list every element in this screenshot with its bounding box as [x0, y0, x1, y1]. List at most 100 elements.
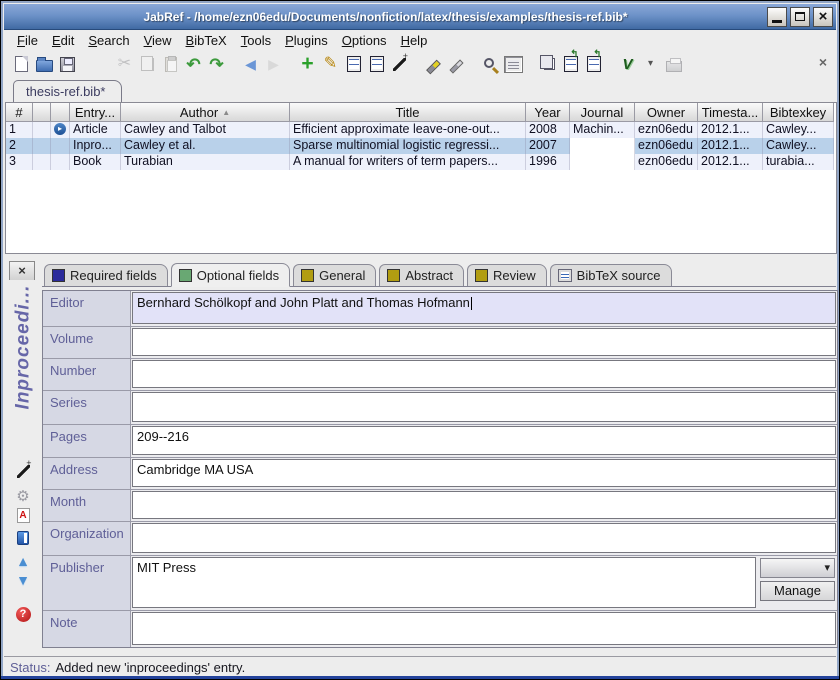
cell-entrytype: Book	[70, 154, 121, 170]
column-header-Entry...[interactable]: Entry...	[70, 103, 121, 122]
edit-preamble-icon[interactable]	[343, 54, 364, 75]
menu-item-help[interactable]: Help	[394, 32, 435, 49]
editor-close-button[interactable]: ×	[9, 261, 35, 280]
maximize-button[interactable]	[790, 7, 810, 27]
toggle-preview-icon[interactable]	[503, 54, 524, 75]
new-database-icon[interactable]	[11, 54, 32, 75]
cell-number: 1	[6, 122, 33, 138]
menu-item-plugins[interactable]: Plugins	[278, 32, 335, 49]
column-header-Year[interactable]: Year	[526, 103, 570, 122]
redo-icon[interactable]: ↷	[206, 54, 227, 75]
column-header-Title[interactable]: Title	[290, 103, 526, 122]
cell-ranking	[33, 138, 51, 154]
forward-icon[interactable]: ▶	[263, 54, 284, 75]
back-icon[interactable]: ◀	[240, 54, 261, 75]
open-database-icon[interactable]	[34, 54, 55, 75]
manage-button[interactable]: Manage	[760, 581, 835, 601]
table-row[interactable]: 1▸ArticleCawley and TalbotEfficient appr…	[6, 122, 836, 138]
unmark-entries-icon[interactable]	[446, 54, 467, 75]
tab-general[interactable]: General	[293, 264, 376, 286]
field-input-number[interactable]	[132, 360, 836, 388]
push-to-lyx-icon[interactable]: V	[617, 54, 638, 75]
publisher-dropdown[interactable]	[760, 558, 835, 578]
edit-entry-icon[interactable]: ✎	[320, 54, 341, 75]
field-input-pages[interactable]: 209--216	[132, 426, 836, 455]
tab-abstract[interactable]: Abstract	[379, 264, 464, 286]
help-icon[interactable]: ?	[4, 607, 42, 622]
field-label-month: Month	[43, 490, 131, 521]
window-controls: ×	[767, 7, 836, 27]
field-cell-volume	[131, 327, 837, 358]
paste-icon[interactable]	[160, 54, 181, 75]
column-header-Owner[interactable]: Owner	[635, 103, 698, 122]
pdf-file-icon[interactable]: A	[4, 508, 42, 523]
cell-year: 2007	[526, 138, 570, 154]
copy-citation-icon[interactable]	[537, 54, 558, 75]
tab-required-fields[interactable]: Required fields	[44, 264, 168, 286]
push-dropdown-icon[interactable]: ▾	[640, 54, 661, 75]
column-header-Bibtexkey[interactable]: Bibtexkey	[763, 103, 834, 122]
field-input-publisher[interactable]: MIT Press	[132, 557, 756, 608]
field-input-address[interactable]: Cambridge MA USA	[132, 459, 836, 487]
close-panel-icon[interactable]: ×	[819, 55, 827, 69]
column-header-icon-1[interactable]	[33, 103, 51, 122]
column-header-icon-2[interactable]	[51, 103, 70, 122]
menu-item-search[interactable]: Search	[81, 32, 136, 49]
cell-bibtexkey: turabia...	[763, 154, 834, 170]
menu-item-options[interactable]: Options	[335, 32, 394, 49]
tab-review[interactable]: Review	[467, 264, 547, 286]
new-entry-icon[interactable]: +	[297, 54, 318, 75]
table-row[interactable]: 2Inpro...Cawley et al.Sparse multinomial…	[6, 138, 836, 154]
column-header-Timesta...[interactable]: Timesta...	[698, 103, 763, 122]
field-input-series[interactable]	[132, 392, 836, 422]
field-input-month[interactable]	[132, 491, 836, 519]
print-entry-preview-icon[interactable]	[663, 54, 684, 75]
file-link-icon[interactable]: ▸	[54, 123, 66, 135]
plus-glyph: +	[301, 53, 313, 74]
field-cell-month	[131, 490, 837, 521]
cell-author: Cawley and Talbot	[121, 122, 290, 138]
menu-item-tools[interactable]: Tools	[234, 32, 278, 49]
move-up-icon: ▲	[16, 553, 30, 569]
menu-item-edit[interactable]: Edit	[45, 32, 81, 49]
column-header-#[interactable]: #	[6, 103, 33, 122]
save-database-as-icon[interactable]	[80, 54, 101, 75]
open-url-icon[interactable]	[583, 54, 604, 75]
edit-strings-icon[interactable]	[366, 54, 387, 75]
move-down-icon[interactable]: ▼	[4, 572, 42, 588]
autoset-gear-icon[interactable]: ⚙	[4, 487, 42, 505]
open-note-icon[interactable]	[4, 531, 42, 545]
cell-journal	[570, 154, 635, 170]
column-header-Journal[interactable]: Journal	[570, 103, 635, 122]
field-input-note[interactable]	[132, 612, 836, 645]
open-file-icon[interactable]	[560, 54, 581, 75]
menu-bar: FileEditSearchViewBibTeXToolsPluginsOpti…	[4, 31, 836, 50]
generate-bibtex-keys-icon[interactable]	[389, 54, 410, 75]
field-row-series: Series	[43, 391, 837, 425]
table-row[interactable]: 3BookTurabianA manual for writers of ter…	[6, 154, 836, 170]
field-input-volume[interactable]	[132, 328, 836, 356]
file-tab[interactable]: thesis-ref.bib*	[13, 80, 122, 102]
mark-entries-icon[interactable]	[423, 54, 444, 75]
save-database-icon[interactable]	[57, 54, 78, 75]
menu-item-bibtex[interactable]: BibTeX	[179, 32, 234, 49]
bibtex-source-icon	[558, 269, 572, 282]
menu-item-file[interactable]: File	[10, 32, 45, 49]
field-cell-note	[131, 611, 837, 647]
search-icon[interactable]	[480, 54, 501, 75]
column-header-Author[interactable]: Author▲	[121, 103, 290, 122]
cut-icon[interactable]: ✂	[114, 54, 135, 75]
close-button[interactable]: ×	[813, 7, 833, 27]
minimize-button[interactable]	[767, 7, 787, 27]
copy-icon[interactable]	[137, 54, 158, 75]
undo-icon[interactable]: ↶	[183, 54, 204, 75]
move-up-icon[interactable]: ▲	[4, 553, 42, 569]
close-icon: ×	[819, 9, 828, 24]
tab-bibtex-source[interactable]: BibTeX source	[550, 264, 672, 286]
tab-optional-fields[interactable]: Optional fields	[171, 263, 290, 287]
field-label-publisher: Publisher	[43, 556, 131, 610]
field-input-editor[interactable]: Bernhard Schölkopf and John Platt and Th…	[132, 292, 836, 324]
field-input-organization[interactable]	[132, 523, 836, 553]
menu-item-view[interactable]: View	[137, 32, 179, 49]
generate-key-wand-icon[interactable]	[4, 463, 42, 480]
